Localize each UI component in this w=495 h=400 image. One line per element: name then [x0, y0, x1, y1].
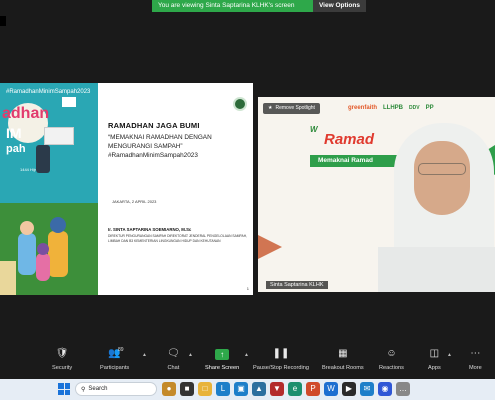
participants-caret-icon[interactable]: ▲ — [142, 352, 147, 358]
poster-card — [44, 127, 74, 145]
slide-title: RAMADHAN JAGA BUMI — [108, 121, 200, 130]
ornament-left — [258, 235, 282, 259]
slide-speaker-name: Ir. SINTA SAPTARINA SOEMIARNO, M.Sc — [108, 227, 192, 232]
grid-icon: ▦ — [338, 348, 348, 359]
recording-label: Pause/Stop Recording — [253, 365, 309, 371]
viewing-screen-text: You are viewing Sinta Saptarina KLHK's s… — [152, 0, 313, 12]
chat-icon: 🗨 — [167, 348, 180, 359]
slide-speaker-role: DIREKTUR PENGURANGAN SAMPAH DIREKTORAT J… — [108, 234, 247, 243]
speaker-body — [378, 247, 495, 292]
participant-name-tag: Sinta Saptarina KLHK — [266, 281, 328, 289]
view-options-button[interactable]: View Options — [312, 0, 366, 12]
poster-figure-woman-head — [50, 217, 66, 233]
remove-spotlight-label: Remove Spotlight — [275, 105, 315, 111]
windows-taskbar: ⚲ Search ● ■ □ L ▣ ▲ ▼ e P W ▶ ✉ ◉ … — [0, 379, 495, 400]
security-button[interactable]: 🛡 Security — [52, 348, 72, 371]
speaker-video[interactable]: ★ Remove Spotlight greenfaith LLHPB DDV … — [258, 97, 495, 292]
more-label: More — [469, 365, 482, 371]
pause-icon: ❚❚ — [272, 348, 290, 359]
screen-share-banner: You are viewing Sinta Saptarina KLHK's s… — [152, 0, 366, 12]
ministry-logo — [233, 97, 247, 111]
slide-date: JAKARTA, 2 APRIL 2023 — [112, 199, 157, 204]
lens-app-icon[interactable]: L — [216, 382, 230, 396]
banner-title-text: Ramad — [324, 131, 375, 148]
share-screen-icon: ↑ — [215, 349, 230, 360]
powerpoint-icon[interactable]: P — [306, 382, 320, 396]
poster-hashtag: #RamadhanMinimSampah2023 — [6, 89, 91, 95]
zoom-app-icon[interactable]: ◉ — [378, 382, 392, 396]
shared-slide: #RamadhanMinimSampah2023 adhan IM pah 14… — [0, 83, 253, 295]
media-app-icon[interactable]: ■ — [180, 382, 194, 396]
colorful-app-icon[interactable]: ● — [162, 382, 176, 396]
apps-label: Apps — [428, 365, 441, 371]
chat-button[interactable]: 🗨 Chat — [167, 348, 180, 371]
ai-app-icon[interactable]: ▼ — [270, 382, 284, 396]
play-icon[interactable]: ▶ — [342, 382, 356, 396]
store-app-icon[interactable]: ▣ — [234, 382, 248, 396]
security-label: Security — [52, 365, 73, 371]
poster-figure-boy — [18, 233, 36, 275]
kit-app-icon[interactable]: ▲ — [252, 382, 266, 396]
apps-icon: ◫ — [429, 348, 440, 359]
remove-spotlight-button[interactable]: ★ Remove Spotlight — [263, 103, 320, 114]
banner-prefix: W — [310, 125, 318, 134]
speaker-glasses — [418, 163, 466, 175]
poster-bottle — [36, 145, 50, 173]
taskbar-search[interactable]: ⚲ Search — [75, 382, 157, 396]
more-button[interactable]: ⋯ More — [469, 348, 482, 371]
edge-browser-icon[interactable]: e — [288, 382, 302, 396]
poster-word-2: IM — [6, 125, 22, 141]
chat-label: Chat — [167, 365, 180, 371]
sponsor-ddv: DDV — [409, 105, 420, 111]
spotlight-icon: ★ — [268, 105, 273, 111]
breakout-rooms-button[interactable]: ▦ Breakout Rooms — [322, 348, 364, 371]
banner-title: W Ramad — [310, 125, 375, 148]
participants-label: Participants — [100, 365, 130, 371]
sponsor-llhpb: LLHPB — [383, 105, 404, 111]
slide-page-number: 1 — [246, 286, 249, 291]
meeting-toolbar: 🛡 Security 👥 89 Participants ▲ 🗨 Chat ▲ … — [0, 343, 495, 379]
file-explorer-icon[interactable]: □ — [198, 382, 212, 396]
share-screen-label: Share Screen — [205, 365, 240, 371]
poster-figure-girl-head — [37, 243, 49, 255]
smile-plus-icon: ☺ — [386, 348, 397, 359]
recording-button[interactable]: ❚❚ Pause/Stop Recording — [253, 348, 309, 371]
chat-app-icon[interactable]: ✉ — [360, 382, 374, 396]
sponsor-greenfaith: greenfaith — [348, 105, 378, 111]
poster-word-1: adhan — [2, 105, 50, 122]
poster-mosque — [0, 261, 16, 295]
reactions-label: Reactions — [379, 365, 404, 371]
windows-start-icon[interactable] — [58, 383, 70, 395]
speaker-face — [414, 141, 470, 215]
zoom-window: You are viewing Sinta Saptarina KLHK's s… — [0, 0, 495, 400]
sponsor-pp: PP — [425, 105, 434, 111]
sponsor-logos: greenfaith LLHPB DDV PP — [348, 105, 434, 111]
slide-content: RAMADHAN JAGA BUMI “MEMAKNAI RAMADHAN DE… — [98, 83, 253, 295]
poster-logo — [62, 97, 76, 107]
taskbar-search-label: Search — [88, 386, 108, 392]
slide-poster: #RamadhanMinimSampah2023 adhan IM pah 14… — [0, 83, 98, 295]
shield-icon: 🛡 — [55, 348, 69, 359]
window-edge-marker — [0, 16, 6, 26]
chat-caret-icon[interactable]: ▲ — [188, 352, 193, 358]
search-icon: ⚲ — [81, 386, 86, 393]
taskbar-apps: ● ■ □ L ▣ ▲ ▼ e P W ▶ ✉ ◉ … — [162, 382, 410, 396]
participants-count: 89 — [118, 347, 124, 353]
participants-button[interactable]: 👥 89 Participants — [100, 347, 130, 371]
reactions-button[interactable]: ☺ Reactions — [379, 348, 404, 371]
poster-figure-woman — [48, 231, 68, 277]
more-icon: ⋯ — [470, 348, 481, 359]
system-tray-icon[interactable]: … — [396, 382, 410, 396]
poster-figure-boy-head — [20, 221, 34, 235]
breakout-rooms-label: Breakout Rooms — [322, 365, 364, 371]
apps-button[interactable]: ◫ Apps — [428, 348, 441, 371]
share-screen-button[interactable]: ↑ Share Screen — [205, 348, 239, 371]
poster-figure-girl — [36, 253, 50, 281]
apps-caret-icon[interactable]: ▲ — [447, 352, 452, 358]
word-icon[interactable]: W — [324, 382, 338, 396]
slide-quote: “MEMAKNAI RAMADHAN DENGAN MENGURANGI SAM… — [108, 134, 212, 159]
share-caret-icon[interactable]: ▲ — [244, 352, 249, 358]
poster-word-3: pah — [6, 143, 26, 155]
